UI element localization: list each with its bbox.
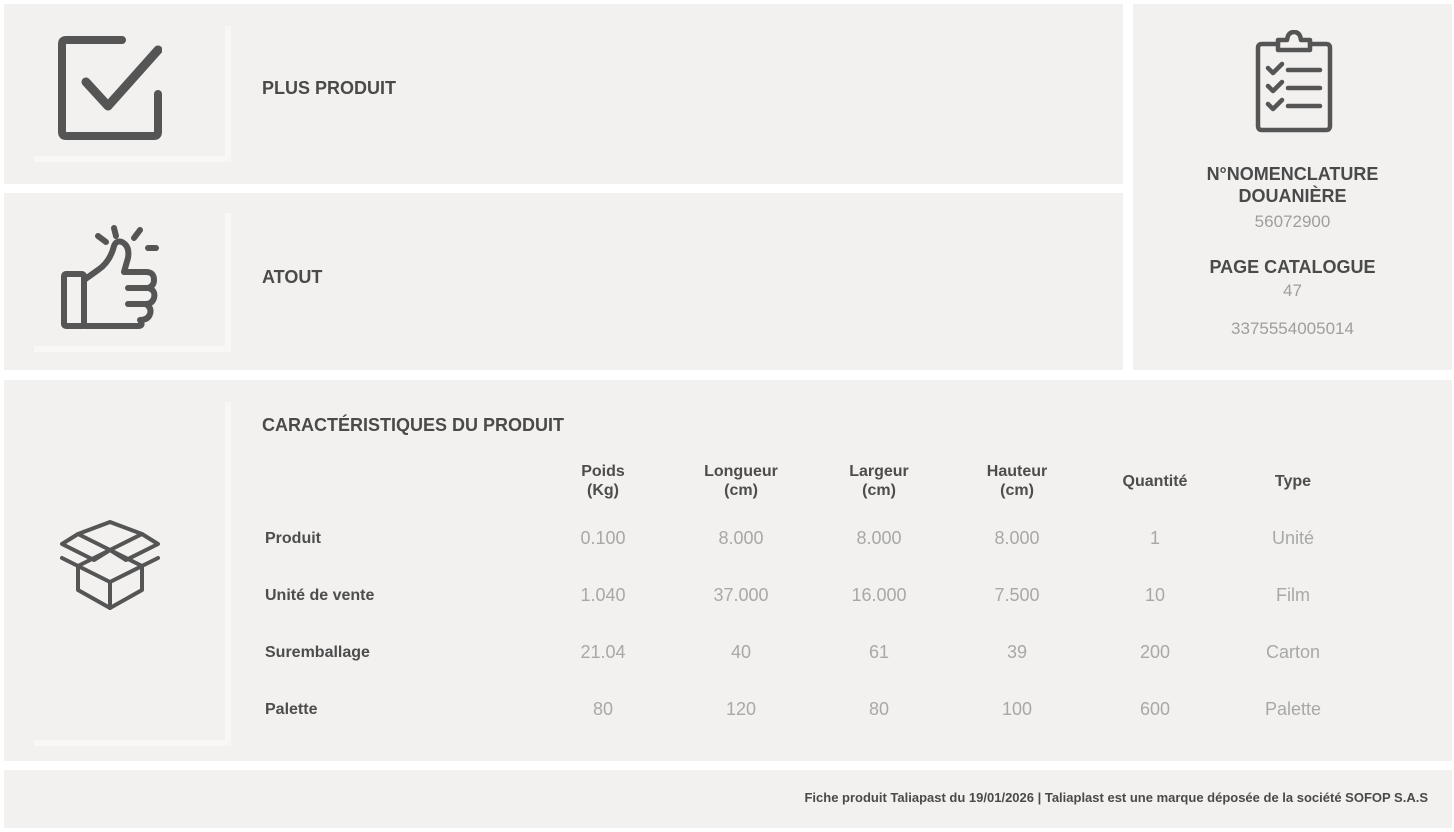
info-side: N°NOMENCLATURE DOUANIÈRE 56072900 PAGE C… <box>1133 4 1452 370</box>
table-row: Produit 0.100 8.000 8.000 8.000 1 Unité <box>258 510 1362 567</box>
table-cell: 10 <box>1144 585 1166 605</box>
footer-text: Fiche produit Taliapast du 19/01/2026 | … <box>804 790 1428 805</box>
table-cell: 61 <box>868 642 890 662</box>
table-cell: 200 <box>1139 642 1171 662</box>
header-type: Type <box>1274 472 1312 490</box>
table-cell: 16.000 <box>851 585 907 605</box>
table-cell: 21.04 <box>580 642 626 662</box>
ean-code: 3375554005014 <box>1231 319 1354 338</box>
atout-title: ATOUT <box>262 267 323 287</box>
nomenclature-label: N°NOMENCLATURE DOUANIÈRE 56072900 <box>1133 163 1452 233</box>
table-cell: 1 <box>1149 528 1160 548</box>
table-cell: 8.000 <box>994 528 1040 548</box>
table-cell: 80 <box>868 699 890 719</box>
table-cell: 100 <box>1001 699 1033 719</box>
table-cell: 40 <box>730 642 752 662</box>
header-longueur: Longueur (cm) <box>704 463 778 499</box>
table-cell: Palette <box>1264 699 1322 719</box>
table-cell: 600 <box>1139 699 1171 719</box>
nomenclature-value: 56072900 <box>1254 212 1331 231</box>
nomenclature-label-line1: N°NOMENCLATURE <box>1206 164 1379 184</box>
table-cell: 1.040 <box>580 585 626 605</box>
row-label: Produit <box>265 529 321 547</box>
table-row: Suremballage 21.04 40 61 39 200 Carton <box>258 624 1362 681</box>
header-hauteur: Hauteur (cm) <box>986 463 1048 499</box>
table-cell: 7.500 <box>994 585 1040 605</box>
header-largeur: Largeur (cm) <box>849 463 909 499</box>
specs-table: Poids (Kg) Longueur (cm) Largeur (cm) Haute… <box>258 452 1362 738</box>
table-row: Palette 80 120 80 100 600 Palette <box>258 681 1362 738</box>
table-header-row: Poids (Kg) Longueur (cm) Largeur (cm) Haute… <box>258 452 1362 510</box>
row-label: Suremballage <box>265 643 370 661</box>
caracteristiques-title: CARACTÉRISTIQUES DU PRODUIT <box>262 415 565 435</box>
catalogue-label: PAGE CATALOGUE <box>1209 257 1376 277</box>
plus-produit-title: PLUS PRODUIT <box>262 78 397 98</box>
header-poids: Poids (Kg) <box>581 463 625 499</box>
table-cell: 80 <box>592 699 614 719</box>
thumbs-up-icon <box>58 224 162 330</box>
open-box-icon <box>58 520 162 612</box>
table-cell: Unité <box>1271 528 1315 548</box>
row-label: Unité de vente <box>265 586 375 604</box>
table-cell: 0.100 <box>580 528 626 548</box>
table-row: Unité de vente 1.040 37.000 16.000 7.500… <box>258 567 1362 624</box>
table-header-empty <box>258 452 534 510</box>
table-cell: 120 <box>725 699 757 719</box>
table-cell: Carton <box>1265 642 1321 662</box>
header-quantite: Quantité <box>1122 472 1188 490</box>
checkbox-icon <box>58 36 162 140</box>
catalogue-value: 47 <box>1283 281 1302 300</box>
table-cell: 8.000 <box>718 528 764 548</box>
table-cell: 39 <box>1006 642 1028 662</box>
table-cell: 37.000 <box>713 585 769 605</box>
table-cell: 8.000 <box>856 528 902 548</box>
nomenclature-label-line2: DOUANIÈRE <box>1238 186 1347 206</box>
row-label: Palette <box>265 700 318 718</box>
table-cell: Film <box>1276 585 1310 605</box>
